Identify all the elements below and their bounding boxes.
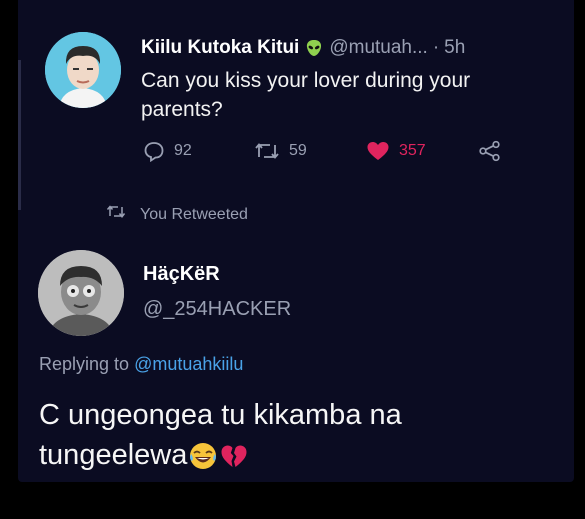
separator-dot: · bbox=[432, 37, 440, 58]
reply-text-line2-wrapper: tungeelewa bbox=[39, 435, 559, 475]
reply-count: 92 bbox=[174, 142, 192, 159]
reply-button[interactable]: 92 bbox=[143, 140, 192, 162]
reply-text-line2: tungeelewa bbox=[39, 439, 188, 471]
like-count: 357 bbox=[399, 142, 426, 159]
reply-icon bbox=[143, 140, 165, 162]
tweet-time[interactable]: 5h bbox=[444, 37, 465, 59]
replying-prefix: Replying to bbox=[39, 354, 130, 374]
retweet-button[interactable]: 59 bbox=[254, 140, 307, 162]
reply-author-avatar[interactable] bbox=[38, 250, 124, 336]
retweeted-label: You Retweeted bbox=[140, 205, 248, 223]
reply-text-line1: C ungeongea tu kikamba na bbox=[39, 399, 402, 431]
alien-emoji-icon bbox=[305, 39, 323, 57]
heart-icon bbox=[366, 140, 390, 162]
tweet-text: Can you kiss your lover during your pare… bbox=[141, 69, 471, 121]
tweet-header: Kiilu Kutoka Kitui @mutuah... · 5h bbox=[141, 37, 465, 59]
share-icon bbox=[478, 140, 502, 162]
retweet-icon bbox=[254, 140, 280, 162]
author-name[interactable]: Kiilu Kutoka Kitui bbox=[141, 37, 299, 59]
author-avatar[interactable] bbox=[45, 32, 121, 108]
tweet-actions: 92 59 357 bbox=[141, 140, 521, 166]
laughing-emoji-icon bbox=[188, 441, 218, 471]
replying-to-line: Replying to @mutuahkiilu bbox=[39, 354, 243, 375]
retweet-icon bbox=[106, 204, 126, 225]
mention-link[interactable]: @mutuahkiilu bbox=[134, 354, 243, 374]
retweet-count: 59 bbox=[289, 142, 307, 159]
reply-author-name[interactable]: HäçKëR bbox=[143, 263, 220, 286]
share-button[interactable] bbox=[478, 140, 502, 162]
broken-heart-emoji-icon bbox=[219, 441, 249, 471]
reply-text: C ungeongea tu kikamba na tungeelewa bbox=[39, 395, 559, 475]
retweet-indicator: You Retweeted bbox=[106, 204, 248, 225]
like-button[interactable]: 357 bbox=[366, 140, 426, 162]
author-handle[interactable]: @mutuah... bbox=[329, 37, 428, 59]
thread-line bbox=[18, 60, 21, 210]
reply-author-handle[interactable]: @_254HACKER bbox=[143, 298, 291, 321]
